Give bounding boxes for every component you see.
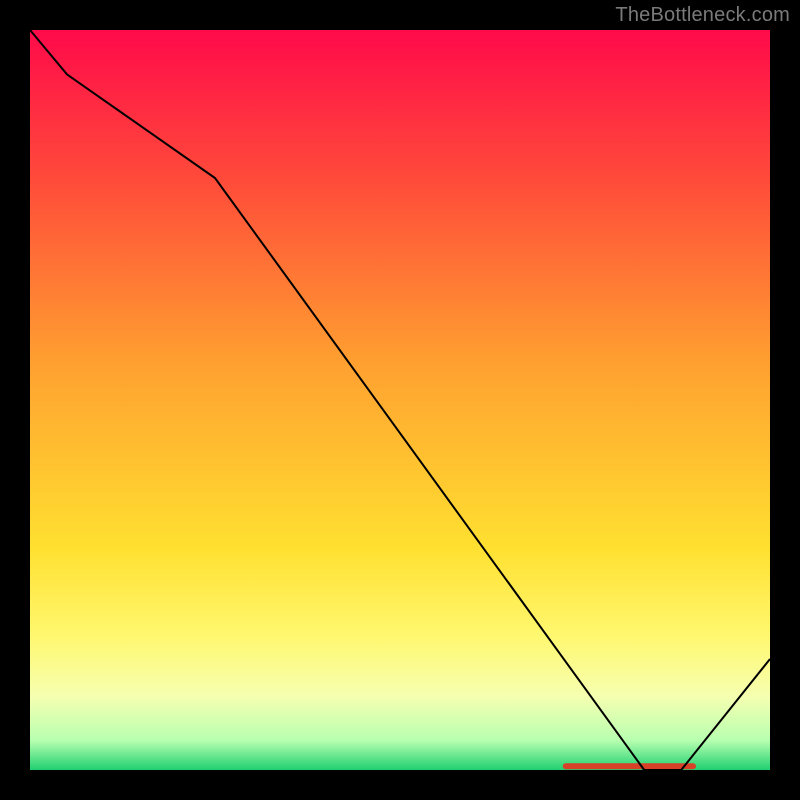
chart-background-gradient [30,30,770,770]
marker-band [563,763,696,769]
plot-area [30,30,770,770]
chart-container: TheBottleneck.com [0,0,800,800]
chart-svg [30,30,770,770]
attribution-text: TheBottleneck.com [615,4,790,27]
